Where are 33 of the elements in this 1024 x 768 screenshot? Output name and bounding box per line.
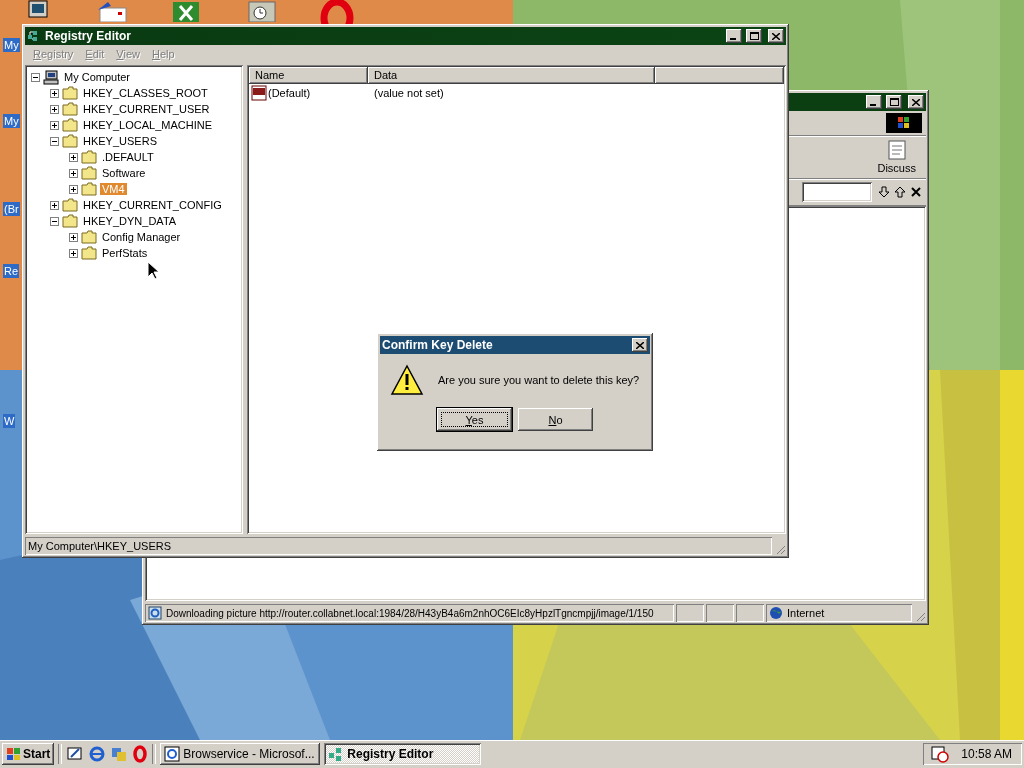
tree-item[interactable]: HKEY_CLASSES_ROOT xyxy=(81,87,210,99)
value-data: (value not set) xyxy=(373,86,445,99)
tree-item[interactable]: HKEY_DYN_DATA xyxy=(81,215,179,227)
dialog-title: Confirm Key Delete xyxy=(382,338,494,352)
tree-item[interactable]: My Computer xyxy=(62,71,133,83)
tree-item[interactable]: HKEY_USERS xyxy=(81,135,159,147)
value-name[interactable]: (Default) xyxy=(268,86,311,99)
dialog-button[interactable]: Yes xyxy=(437,408,512,431)
status-text: My Computer\HKEY_USERS xyxy=(25,537,772,555)
status-text: Downloading picture http://router.collabnet.local:1984/28/H43yB4a6m2nhOC6EIc8yHpzlTgncmpjj/image/1/150 xyxy=(166,607,654,619)
tree-item[interactable]: HKEY_LOCAL_MACHINE xyxy=(81,119,214,131)
tree-item[interactable]: Config Manager xyxy=(100,231,183,243)
dialog-message: Are you sure you want to delete this key? xyxy=(438,374,640,386)
taskbar-button[interactable]: Browservice - Microsof... xyxy=(160,743,321,765)
discuss-button[interactable]: Discuss xyxy=(871,138,922,176)
tree-item[interactable]: .DEFAULT xyxy=(100,151,156,163)
desktop-icon-label[interactable]: My xyxy=(3,38,20,52)
zone-status: Internet xyxy=(766,604,912,622)
desktop-icon-label[interactable]: Re xyxy=(3,264,20,278)
taskbar-button[interactable]: Registry Editor xyxy=(324,743,482,765)
tree-item[interactable]: PerfStats xyxy=(100,247,150,259)
clock: 10:58 AM xyxy=(961,747,1012,761)
desktop-icon-label[interactable]: My xyxy=(3,114,20,128)
column-header[interactable]: Data xyxy=(368,67,655,84)
dialog-button[interactable]: No xyxy=(518,408,593,431)
tree-item[interactable]: Software xyxy=(100,167,148,179)
tree-item[interactable]: HKEY_CURRENT_USER xyxy=(81,103,212,115)
desktop-icon-label[interactable]: W xyxy=(3,414,16,428)
start-button[interactable]: Start xyxy=(2,743,55,765)
tree-item[interactable]: HKEY_CURRENT_CONFIG xyxy=(81,199,224,211)
window-title: Registry Editor xyxy=(45,29,132,43)
column-header[interactable]: Name xyxy=(249,67,368,84)
desktop-icon-label[interactable]: (Br xyxy=(3,202,20,216)
